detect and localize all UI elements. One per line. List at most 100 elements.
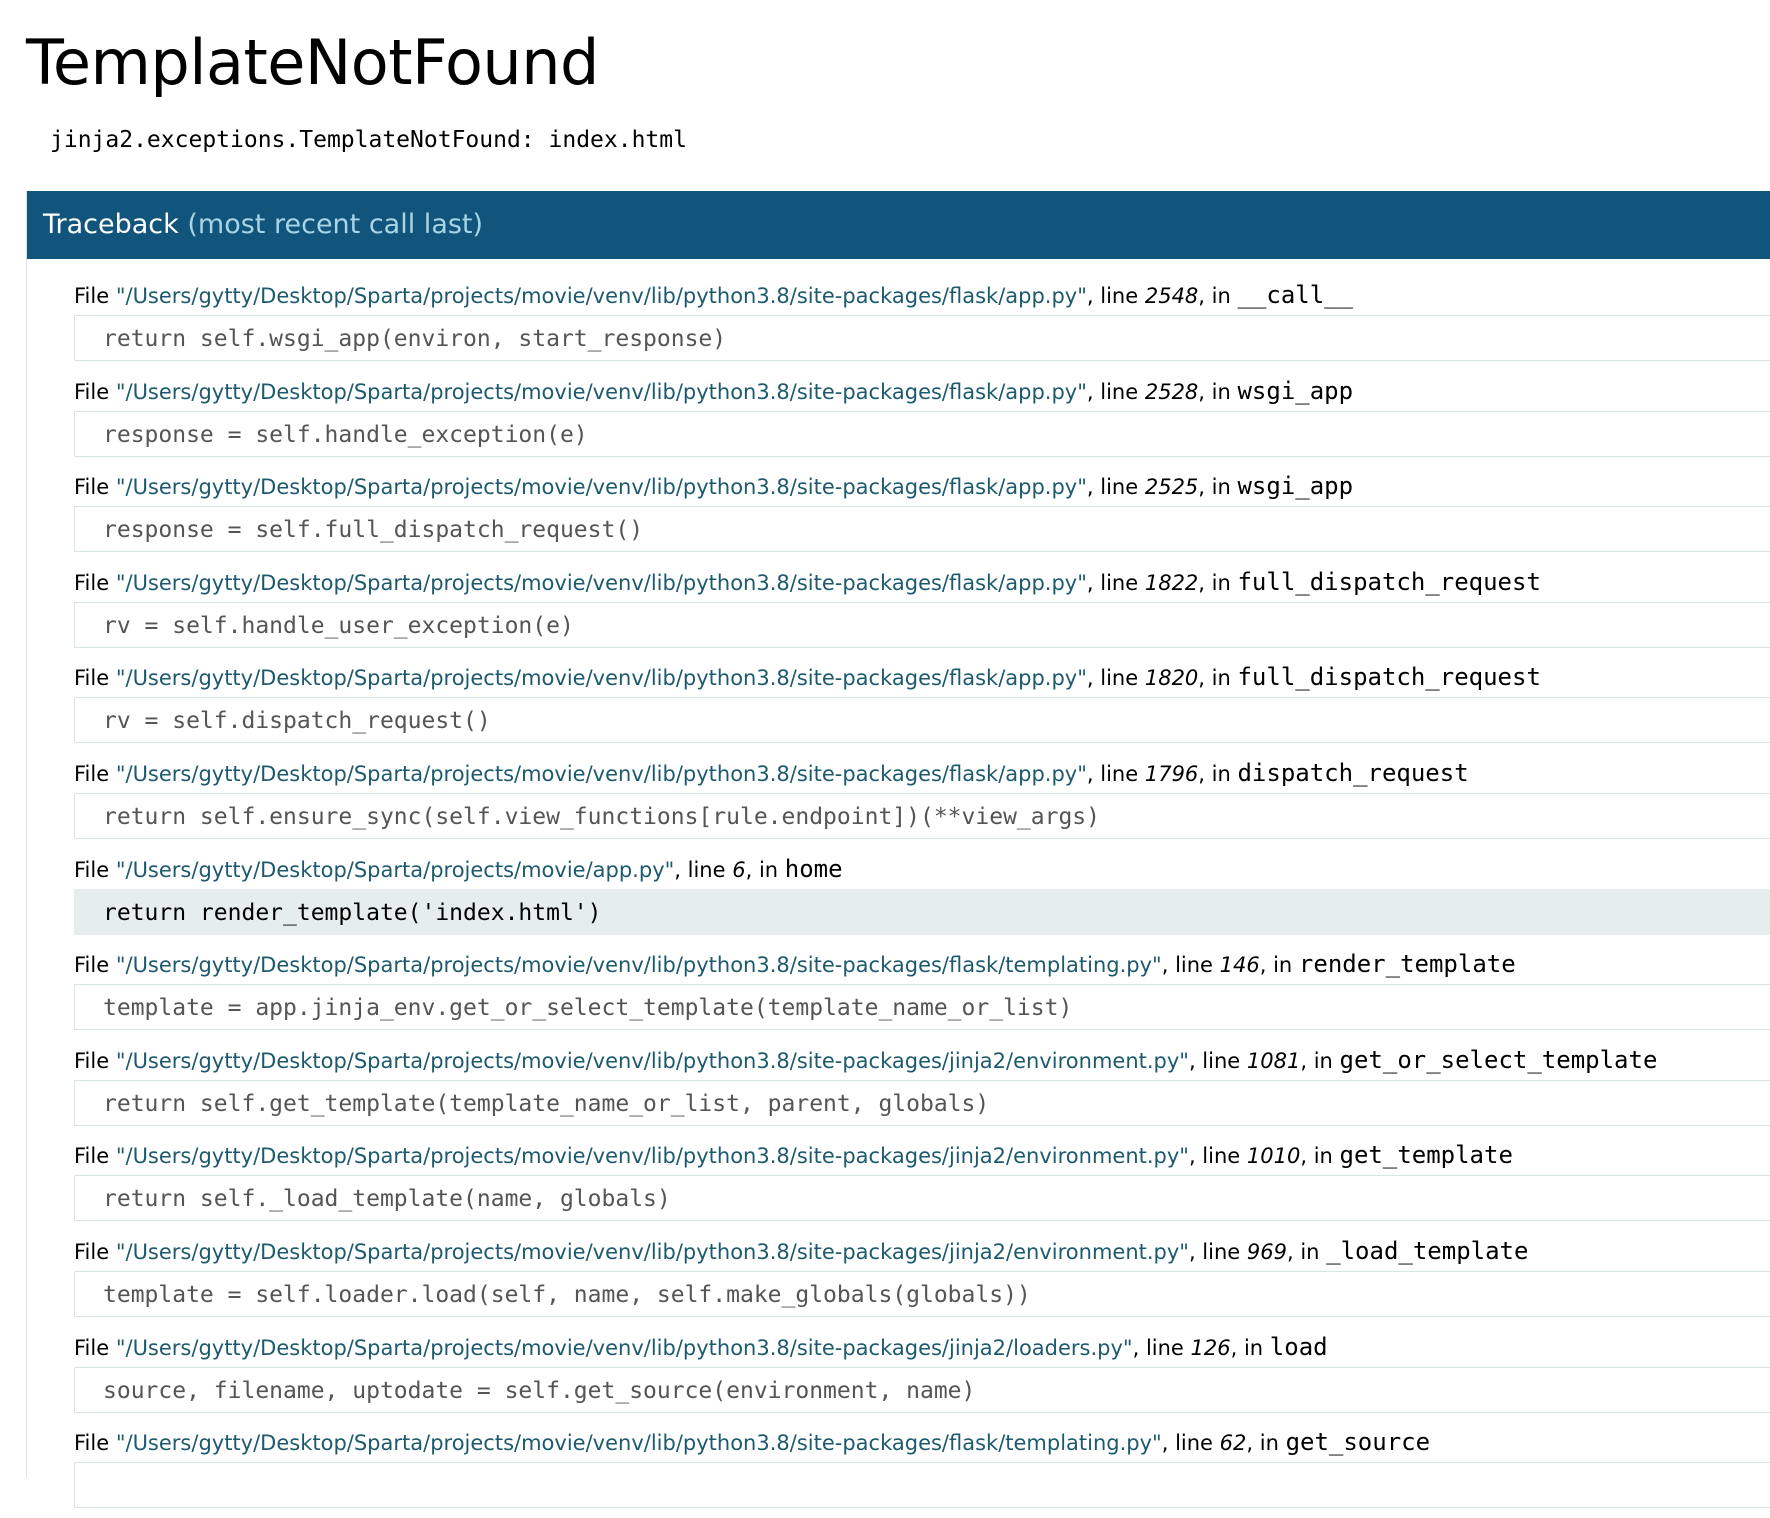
page-title: TemplateNotFound xyxy=(26,26,599,99)
frame-lineno: 146 xyxy=(1219,953,1260,978)
frame-location: File "/Users/gytty/Desktop/Sparta/projec… xyxy=(74,1422,1770,1462)
frame-filename[interactable]: "/Users/gytty/Desktop/Sparta/projects/mo… xyxy=(116,380,1087,404)
traceback-header-subtitle[interactable]: (most recent call last) xyxy=(187,209,483,240)
frame-source-line[interactable]: template = self.loader.load(self, name, … xyxy=(74,1270,1770,1317)
traceback-frame: File "/Users/gytty/Desktop/Sparta/projec… xyxy=(74,944,1770,1040)
in-label: , in xyxy=(1246,1431,1286,1456)
frame-location: File "/Users/gytty/Desktop/Sparta/projec… xyxy=(74,466,1770,506)
frame-source-line[interactable]: response = self.full_dispatch_request() xyxy=(74,506,1770,553)
in-label: , in xyxy=(1198,570,1238,595)
frame-function: wsgi_app xyxy=(1237,376,1354,405)
frame-source-line[interactable]: response = self.handle_exception(e) xyxy=(74,410,1770,457)
frame-source-line[interactable]: template = app.jinja_env.get_or_select_t… xyxy=(74,984,1770,1031)
frame-function: load xyxy=(1269,1332,1328,1361)
line-label: , line xyxy=(1086,284,1145,308)
frame-filename[interactable]: "/Users/gytty/Desktop/Sparta/projects/mo… xyxy=(116,475,1087,499)
frame-filename[interactable]: "/Users/gytty/Desktop/Sparta/projects/mo… xyxy=(116,1336,1133,1360)
frame-function: _load_template xyxy=(1326,1236,1529,1265)
frame-source-line[interactable]: return self._load_template(name, globals… xyxy=(74,1175,1770,1222)
frame-location: File "/Users/gytty/Desktop/Sparta/projec… xyxy=(74,753,1770,793)
traceback-frame: File "/Users/gytty/Desktop/Sparta/projec… xyxy=(74,466,1770,562)
traceback-frame: File "/Users/gytty/Desktop/Sparta/projec… xyxy=(74,657,1770,753)
frame-filename[interactable]: "/Users/gytty/Desktop/Sparta/projects/mo… xyxy=(116,1144,1189,1168)
line-label: , line xyxy=(1086,666,1145,691)
in-label: , in xyxy=(1198,761,1238,786)
frame-function: __call__ xyxy=(1237,281,1354,309)
line-label: , line xyxy=(1188,1048,1247,1073)
frame-source-line[interactable]: rv = self.dispatch_request() xyxy=(74,697,1770,744)
frame-location: File "/Users/gytty/Desktop/Sparta/projec… xyxy=(74,562,1770,602)
file-label: File xyxy=(74,1431,116,1456)
in-label: , in xyxy=(1198,666,1238,691)
frame-filename[interactable]: "/Users/gytty/Desktop/Sparta/projects/mo… xyxy=(116,571,1087,595)
file-label: File xyxy=(74,475,116,500)
error-message: jinja2.exceptions.TemplateNotFound: inde… xyxy=(50,127,687,153)
traceback-frame: File "/Users/gytty/Desktop/Sparta/projec… xyxy=(74,1231,1770,1327)
frame-lineno: 1796 xyxy=(1144,761,1199,786)
line-label: , line xyxy=(1086,570,1145,595)
frame-filename[interactable]: "/Users/gytty/Desktop/Sparta/projects/mo… xyxy=(116,284,1087,308)
frame-source-line[interactable]: source, filename, uptodate = self.get_so… xyxy=(74,1366,1770,1413)
frame-location: File "/Users/gytty/Desktop/Sparta/projec… xyxy=(74,1135,1770,1175)
frame-function: wsgi_app xyxy=(1237,472,1354,501)
line-label: , line xyxy=(1188,1239,1247,1264)
frame-filename[interactable]: "/Users/gytty/Desktop/Sparta/projects/mo… xyxy=(116,858,674,882)
in-label: , in xyxy=(1198,475,1238,500)
line-label: , line xyxy=(674,857,733,882)
frame-source-line[interactable]: return self.get_template(template_name_o… xyxy=(74,1079,1770,1126)
frame-function: get_template xyxy=(1339,1141,1513,1170)
frame-location: File "/Users/gytty/Desktop/Sparta/projec… xyxy=(74,371,1770,411)
frame-source-line[interactable]: return render_template('index.html') xyxy=(74,888,1770,935)
frame-location: File "/Users/gytty/Desktop/Sparta/projec… xyxy=(74,657,1770,697)
frame-function: render_template xyxy=(1298,950,1516,979)
traceback-frame: File "/Users/gytty/Desktop/Sparta/projec… xyxy=(74,1040,1770,1136)
file-label: File xyxy=(74,1239,116,1264)
traceback-frame: File "/Users/gytty/Desktop/Sparta/projec… xyxy=(74,1422,1770,1518)
traceback-frame: File "/Users/gytty/Desktop/Sparta/projec… xyxy=(74,1327,1770,1423)
frame-location: File "/Users/gytty/Desktop/Sparta/projec… xyxy=(74,1327,1770,1367)
frame-filename[interactable]: "/Users/gytty/Desktop/Sparta/projects/mo… xyxy=(116,1049,1189,1073)
frame-function: full_dispatch_request xyxy=(1237,663,1541,692)
in-label: , in xyxy=(1259,953,1299,978)
traceback-header: Traceback (most recent call last) xyxy=(27,191,1770,259)
file-label: File xyxy=(74,284,116,308)
file-label: File xyxy=(74,761,116,786)
frame-lineno: 1822 xyxy=(1144,570,1199,595)
line-label: , line xyxy=(1188,1144,1247,1169)
traceback-frame: File "/Users/gytty/Desktop/Sparta/projec… xyxy=(74,753,1770,849)
line-label: , line xyxy=(1086,475,1145,500)
frame-filename[interactable]: "/Users/gytty/Desktop/Sparta/projects/mo… xyxy=(116,1431,1162,1455)
in-label: , in xyxy=(1230,1335,1270,1360)
line-label: , line xyxy=(1161,1431,1220,1456)
frame-lineno: 126 xyxy=(1190,1335,1231,1360)
traceback-frame: File "/Users/gytty/Desktop/Sparta/projec… xyxy=(74,562,1770,658)
frame-source-line[interactable]: rv = self.handle_user_exception(e) xyxy=(74,601,1770,648)
frame-source-line[interactable]: return self.ensure_sync(self.view_functi… xyxy=(74,792,1770,839)
traceback-panel: Traceback (most recent call last) File "… xyxy=(26,191,1770,1509)
line-label: , line xyxy=(1132,1335,1191,1360)
frame-lineno: 969 xyxy=(1246,1239,1287,1264)
file-label: File xyxy=(74,857,116,882)
in-label: , in xyxy=(1198,379,1238,404)
frame-lineno: 2548 xyxy=(1144,284,1199,308)
frame-filename[interactable]: "/Users/gytty/Desktop/Sparta/projects/mo… xyxy=(116,666,1087,690)
frame-filename[interactable]: "/Users/gytty/Desktop/Sparta/projects/mo… xyxy=(116,953,1162,977)
file-label: File xyxy=(74,953,116,978)
frame-source-line[interactable] xyxy=(74,1462,1770,1509)
traceback-frame: File "/Users/gytty/Desktop/Sparta/projec… xyxy=(74,1135,1770,1231)
frame-lineno: 1010 xyxy=(1246,1144,1301,1169)
in-label: , in xyxy=(1300,1144,1340,1169)
frame-lineno: 1820 xyxy=(1144,666,1199,691)
frame-location: File "/Users/gytty/Desktop/Sparta/projec… xyxy=(74,849,1770,889)
line-label: , line xyxy=(1086,761,1145,786)
in-label: , in xyxy=(745,857,785,882)
in-label: , in xyxy=(1198,284,1238,308)
line-label: , line xyxy=(1086,379,1145,404)
file-label: File xyxy=(74,570,116,595)
in-label: , in xyxy=(1300,1048,1340,1073)
frame-source-line[interactable]: return self.wsgi_app(environ, start_resp… xyxy=(74,315,1770,361)
frame-filename[interactable]: "/Users/gytty/Desktop/Sparta/projects/mo… xyxy=(116,1240,1189,1264)
frame-filename[interactable]: "/Users/gytty/Desktop/Sparta/projects/mo… xyxy=(116,762,1087,786)
file-label: File xyxy=(74,1335,116,1360)
frame-lineno: 62 xyxy=(1219,1431,1247,1456)
